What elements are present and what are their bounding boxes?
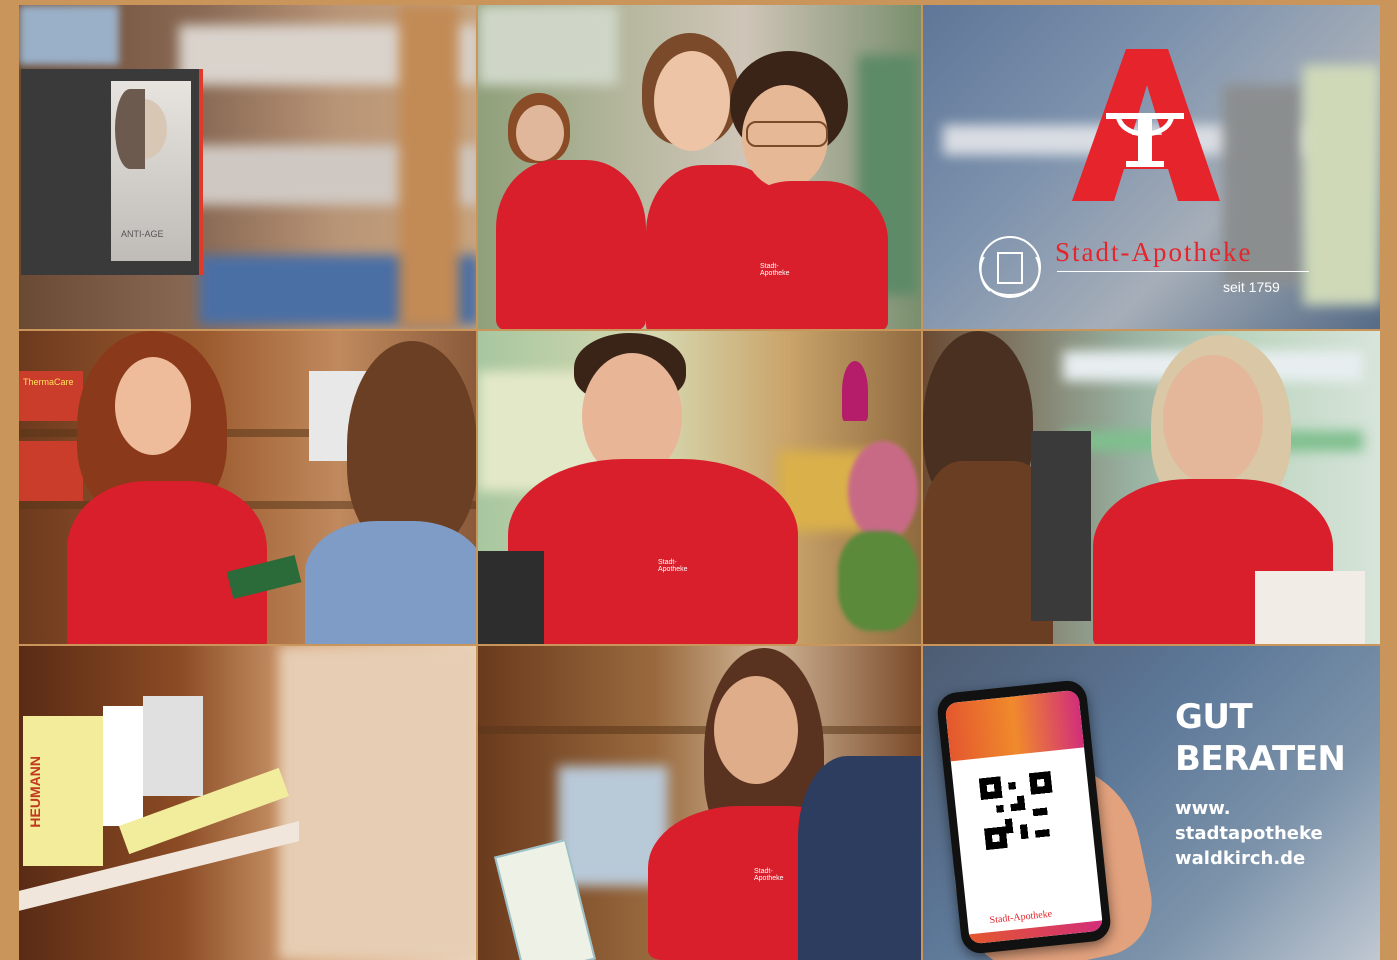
product-box: HEUMANN: [23, 716, 103, 866]
product-label: ThermaCare: [23, 377, 74, 387]
divider: [1057, 271, 1309, 272]
shirt-logo: Stadt-Apotheke: [658, 559, 688, 573]
slogan: GUT BERATEN: [1175, 697, 1346, 779]
photo-collage: ANTI-AGE Stadt-Apotheke Stadt-Apotheke s…: [0, 0, 1397, 960]
box-label: HEUMANN: [27, 756, 43, 828]
brand-since: seit 1759: [1223, 279, 1280, 295]
flower-bouquet: [838, 341, 921, 641]
monitor: [1031, 431, 1091, 621]
tile-pharmacist-young-woman: Stadt-Apotheke: [478, 646, 921, 960]
brand-name: Stadt-Apotheke: [1055, 237, 1253, 267]
shirt-logo: Stadt-Apotheke: [754, 868, 784, 882]
tile-team-smiling: Stadt-Apotheke: [478, 5, 921, 329]
tile-app-promo: Stadt-Apotheke GUT BERATEN www. stadtapo…: [923, 646, 1380, 960]
crest-icon: [979, 236, 1041, 298]
phone-logo: Stadt-Apotheke: [989, 908, 1053, 927]
tile-pharmacist-man: Stadt-Apotheke: [478, 331, 921, 644]
pharmacy-a-icon: [1072, 49, 1220, 201]
qr-code-icon: [978, 770, 1058, 851]
tile-advice-woman: ThermaCare: [19, 331, 476, 644]
tile-pharmacist-glasses: [923, 331, 1380, 644]
tile-shelf-display: ANTI-AGE: [19, 5, 476, 329]
display-caption: ANTI-AGE: [121, 229, 164, 239]
digital-display: ANTI-AGE: [21, 69, 203, 275]
shirt-logo: Stadt-Apotheke: [760, 263, 790, 277]
monitor: [478, 551, 544, 644]
tile-brand: Stadt-Apotheke seit 1759: [923, 5, 1380, 329]
tile-shelf-products: HEUMANN: [19, 646, 476, 960]
website-url[interactable]: www. stadtapotheke waldkirch.de: [1175, 796, 1323, 871]
smartphone: Stadt-Apotheke: [935, 678, 1113, 956]
